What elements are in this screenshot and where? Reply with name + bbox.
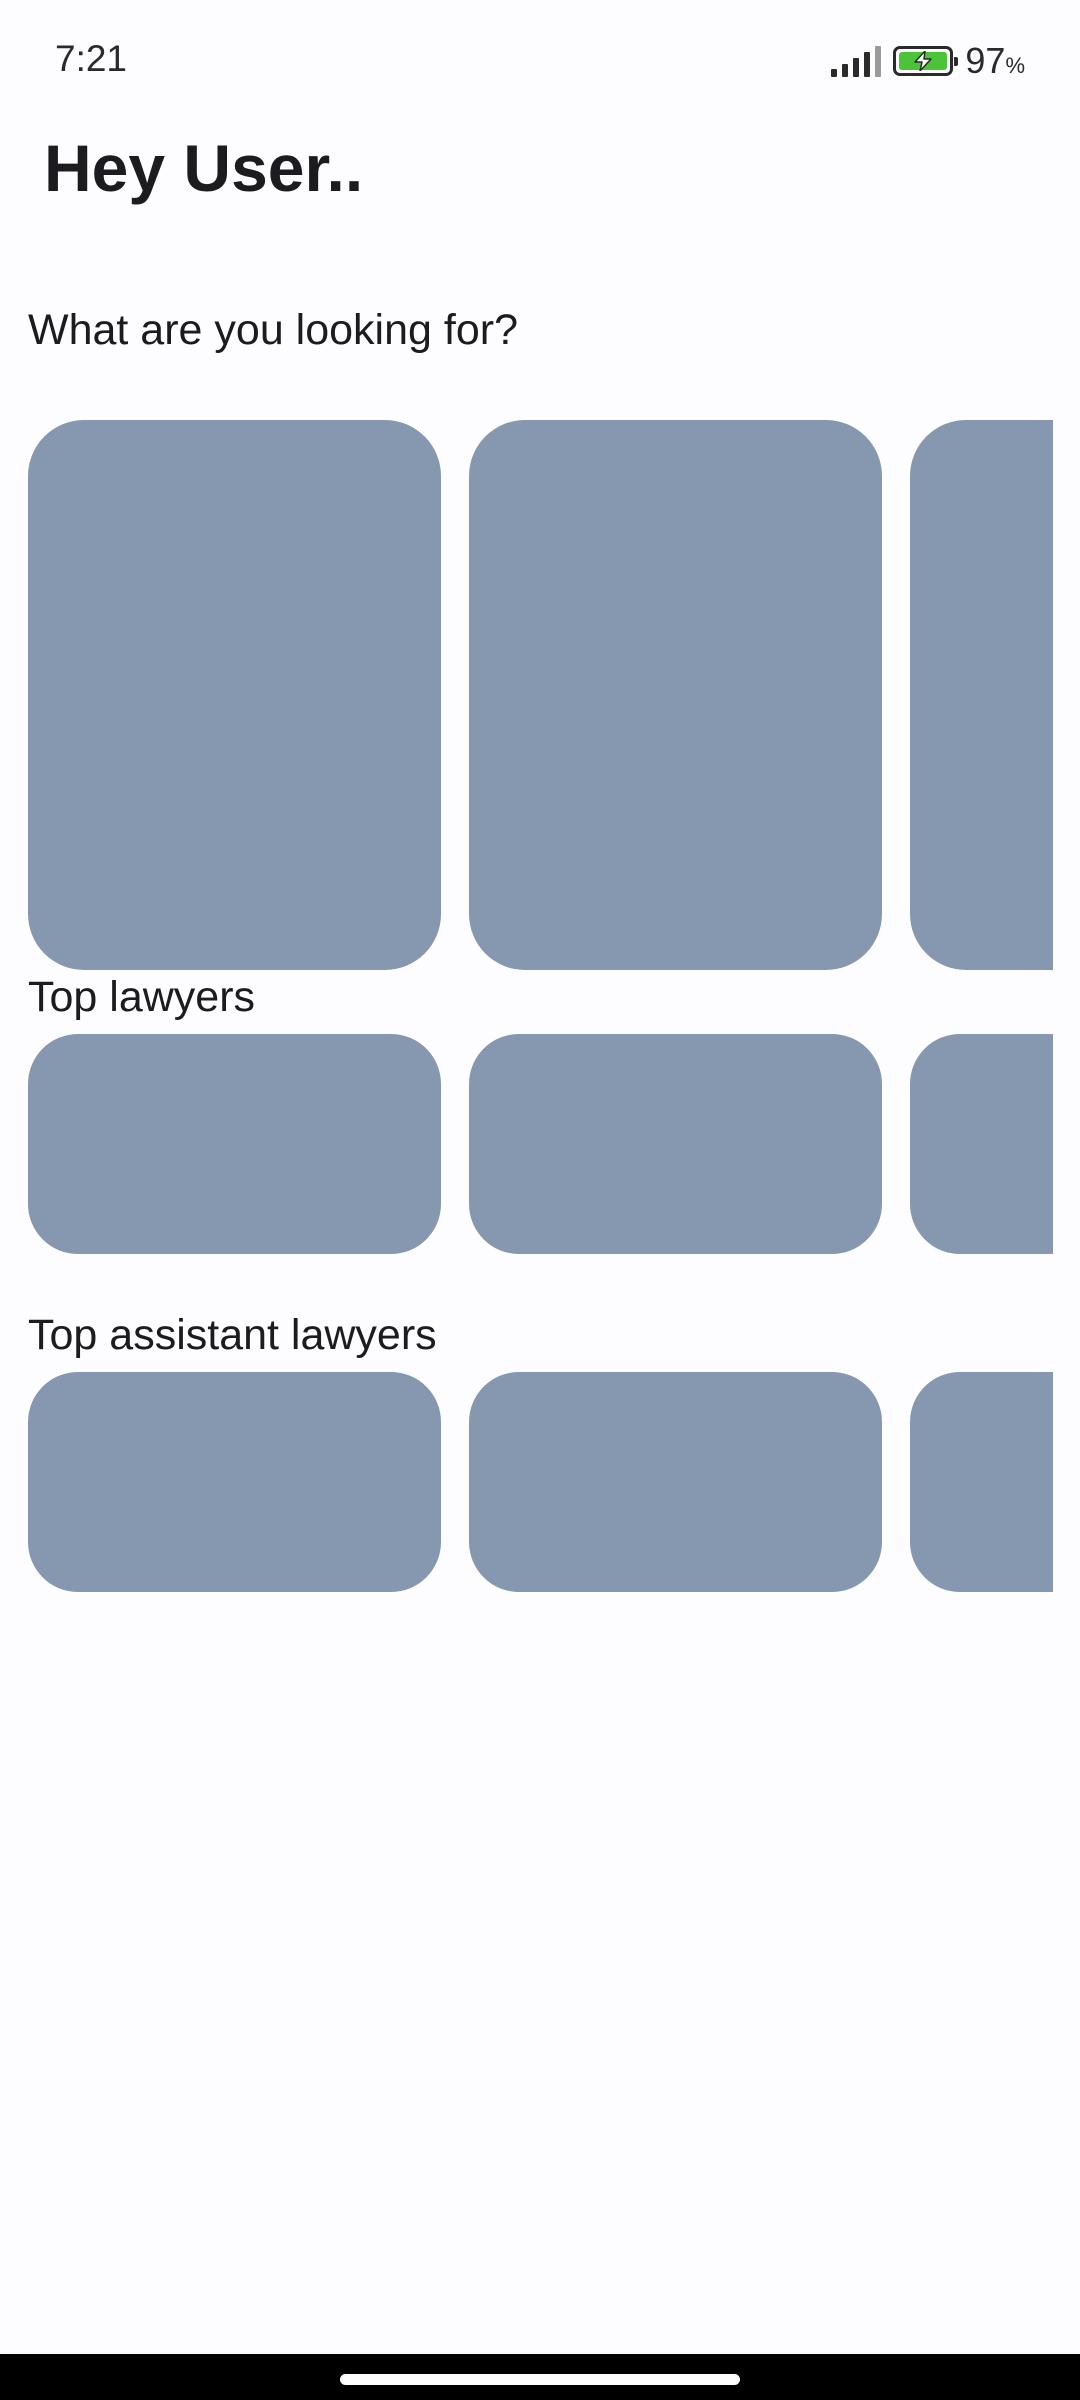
- battery-charging-icon: [893, 46, 959, 76]
- category-card[interactable]: [910, 420, 1053, 970]
- category-card[interactable]: [28, 420, 441, 970]
- top-lawyers-heading: Top lawyers: [28, 973, 256, 1021]
- lawyer-card[interactable]: [469, 1034, 882, 1254]
- assistant-lawyer-card[interactable]: [469, 1372, 882, 1592]
- assistant-lawyer-card[interactable]: [910, 1372, 1053, 1592]
- lawyer-card[interactable]: [910, 1034, 1053, 1254]
- category-card[interactable]: [469, 420, 882, 970]
- top-assistants-heading: Top assistant lawyers: [28, 1311, 437, 1359]
- assistant-lawyer-card[interactable]: [28, 1372, 441, 1592]
- top-lawyers-carousel[interactable]: [28, 1034, 1053, 1254]
- page-title: Hey User..: [44, 131, 364, 205]
- status-indicators: 97%: [831, 40, 1025, 82]
- battery-level-fill: [899, 51, 948, 71]
- categories-heading: What are you looking for?: [28, 306, 518, 354]
- lawyer-card[interactable]: [28, 1034, 441, 1254]
- home-gesture-handle[interactable]: [340, 2374, 740, 2385]
- battery-percent: 97%: [965, 40, 1025, 81]
- cellular-signal-icon: [831, 45, 882, 77]
- status-time: 7:21: [55, 38, 128, 79]
- top-assistants-carousel[interactable]: [28, 1372, 1053, 1592]
- categories-carousel[interactable]: [28, 420, 1053, 970]
- status-bar: 7:21 97%: [0, 0, 1080, 120]
